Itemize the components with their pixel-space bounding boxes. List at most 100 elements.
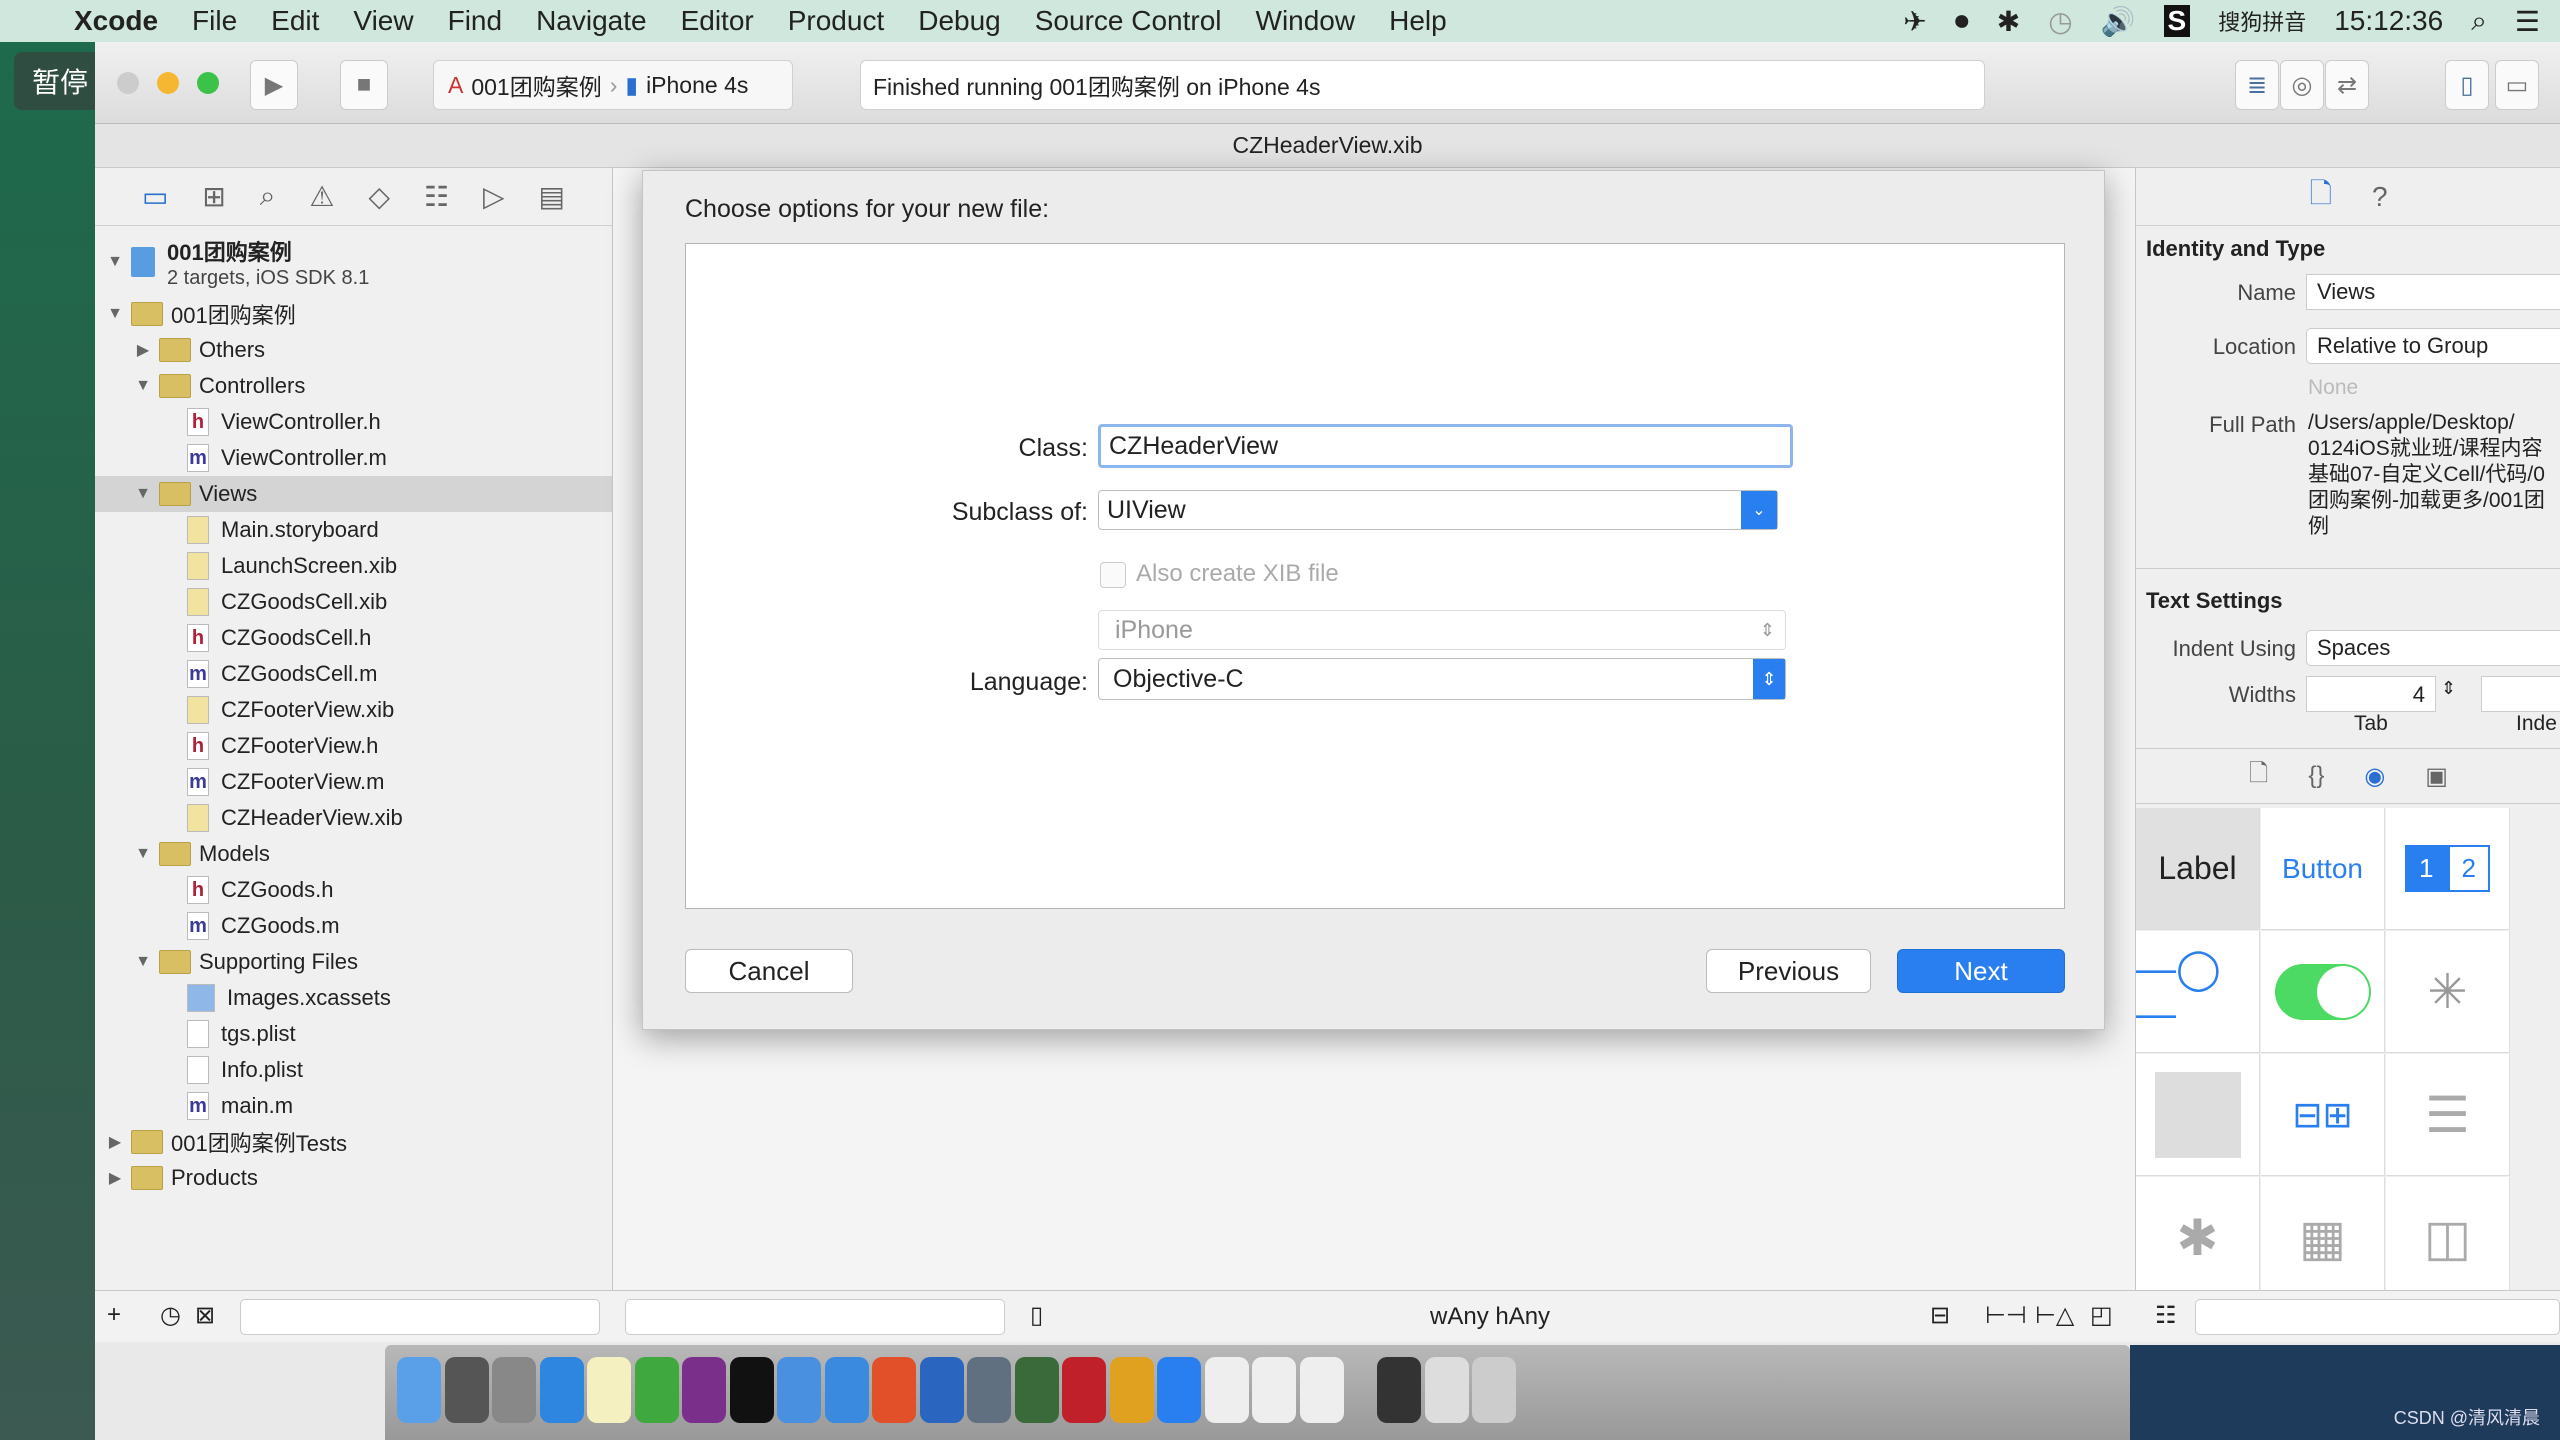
scm-filter-icon[interactable]: ⊠ <box>195 1301 215 1330</box>
pencil-dock-icon[interactable] <box>1109 1357 1154 1423</box>
sogou-icon[interactable]: S <box>2163 5 2191 37</box>
close-button[interactable] <box>117 72 139 94</box>
zoom-button[interactable] <box>197 72 219 94</box>
file-inspector-icon[interactable]: 🗋 <box>2309 173 2332 221</box>
tree-item[interactable]: h ViewController.h <box>95 404 612 440</box>
tree-item[interactable]: CZGoodsCell.xib <box>95 584 612 620</box>
safari-dock-icon[interactable] <box>539 1357 584 1423</box>
library-page-control-item[interactable] <box>2136 1054 2260 1176</box>
spotlight-icon[interactable]: ⌕ <box>2471 5 2487 38</box>
pin-icon[interactable]: ⊢⊣ <box>1985 1301 2027 1330</box>
debug-icon[interactable]: ☷ <box>424 180 449 213</box>
library-switch-item[interactable] <box>2261 931 2385 1053</box>
tree-item[interactable]: ▶ Products <box>95 1160 612 1196</box>
test-icon[interactable]: ◇ <box>368 180 390 213</box>
tree-item[interactable]: CZHeaderView.xib <box>95 800 612 836</box>
stop-button[interactable]: ■ <box>340 60 388 110</box>
grid-view-icon[interactable]: ☷ <box>2155 1301 2177 1330</box>
menu-product[interactable]: Product <box>788 5 885 37</box>
next-button[interactable]: Next <box>1897 949 2065 993</box>
excel-dock-icon[interactable] <box>634 1357 679 1423</box>
code-snippet-icon[interactable]: {} <box>2308 762 2324 790</box>
library-slider-item[interactable]: —◯— <box>2136 931 2260 1053</box>
tree-item[interactable]: m CZFooterView.m <box>95 764 612 800</box>
library-image-item[interactable]: ✱ <box>2136 1177 2260 1299</box>
tree-item[interactable]: ▼ 001团购案例 <box>95 296 612 332</box>
menu-navigate[interactable]: Navigate <box>536 5 647 37</box>
resizing-icon[interactable]: ◰ <box>2090 1301 2113 1330</box>
disclosure-open-icon[interactable]: ▼ <box>133 953 153 971</box>
finder-dock-icon[interactable] <box>397 1357 441 1423</box>
disclosure-open-icon[interactable]: ▼ <box>133 485 153 503</box>
menu-xcode[interactable]: Xcode <box>74 5 158 37</box>
minimize-button[interactable] <box>157 72 179 94</box>
scheme-name[interactable]: 001团购案例 <box>471 68 601 102</box>
disclosure-closed-icon[interactable]: ▶ <box>133 340 153 360</box>
xcode-dock-icon[interactable] <box>777 1357 821 1423</box>
tree-item[interactable]: ▼ Models <box>95 836 612 872</box>
keynote-dock-icon[interactable] <box>824 1357 869 1423</box>
terminal-dock-icon[interactable] <box>729 1357 774 1423</box>
stepper-icon[interactable]: ⇕ <box>2441 678 2456 699</box>
preview-dock-icon[interactable] <box>1299 1357 1344 1423</box>
textedit-2-dock-icon[interactable] <box>1252 1357 1296 1423</box>
chevron-down-icon[interactable]: ⌄ <box>1741 491 1777 529</box>
tree-item[interactable]: h CZGoodsCell.h <box>95 620 612 656</box>
report-icon[interactable]: ▤ <box>538 180 564 213</box>
outline-filter-input[interactable] <box>625 1299 1005 1335</box>
standard-editor-icon[interactable]: ≣ <box>2235 60 2279 110</box>
notes-dock-icon[interactable] <box>587 1357 631 1423</box>
menu-edit[interactable]: Edit <box>271 5 319 37</box>
disclosure-open-icon[interactable]: ▼ <box>133 377 153 395</box>
tree-item[interactable]: LaunchScreen.xib <box>95 548 612 584</box>
screen-record-icon[interactable]: ⏺ <box>1955 5 1969 38</box>
help-icon[interactable]: ? <box>2372 181 2388 213</box>
xib-checkbox[interactable] <box>1100 562 1126 588</box>
assistant-editor-icon[interactable]: ◎ <box>2280 60 2324 110</box>
library-collection-item[interactable]: ▦ <box>2261 1177 2385 1299</box>
align-icon[interactable]: ⊟ <box>1930 1301 1950 1330</box>
location-popup[interactable]: Relative to Group <box>2306 328 2560 364</box>
library-stepper-item[interactable]: ⊟⊞ <box>2261 1054 2385 1176</box>
scheme-selector[interactable]: A 001团购案例 › ▮ iPhone 4s <box>433 60 793 110</box>
disclosure-open-icon[interactable]: ▼ <box>133 845 153 863</box>
device-popup[interactable]: iPhone ⇕ <box>1098 610 1786 650</box>
library-table-item[interactable]: ☰ <box>2386 1054 2510 1176</box>
menu-help[interactable]: Help <box>1389 5 1447 37</box>
tree-item[interactable]: h CZFooterView.h <box>95 728 612 764</box>
size-class-control[interactable]: wAny hAny <box>1430 1303 1550 1331</box>
add-icon[interactable]: + <box>107 1301 121 1329</box>
updown-icon[interactable]: ⇕ <box>1753 659 1785 699</box>
library-filter-input[interactable] <box>2195 1299 2560 1335</box>
file-template-icon[interactable]: 🗋 <box>2249 756 2268 797</box>
project-row[interactable]: ▼ 001团购案例 2 targets, iOS SDK 8.1 <box>95 234 612 290</box>
warning-icon[interactable]: ⚠ <box>309 180 334 213</box>
tree-item[interactable]: Info.plist <box>95 1052 612 1088</box>
input-method[interactable]: 搜狗拼音 <box>2218 5 2306 37</box>
pause-badge[interactable]: 暂停 <box>14 52 106 110</box>
indent-popup[interactable]: Spaces <box>2306 630 2560 666</box>
library-segmented-item[interactable]: 1 2 <box>2386 808 2510 930</box>
display-dock-icon[interactable] <box>1377 1357 1421 1423</box>
menu-source-control[interactable]: Source Control <box>1035 5 1222 37</box>
library-label-item[interactable]: Label <box>2136 808 2260 930</box>
volume-icon[interactable]: 🔊 <box>2101 5 2136 38</box>
tree-item[interactable]: m CZGoodsCell.m <box>95 656 612 692</box>
textedit-dock-icon[interactable] <box>1204 1357 1249 1423</box>
tree-item[interactable]: ▼ Views <box>95 476 612 512</box>
tree-item[interactable]: m ViewController.m <box>95 440 612 476</box>
menu-file[interactable]: File <box>192 5 237 37</box>
object-library-icon[interactable]: ◉ <box>2364 762 2385 791</box>
tab-width-input[interactable]: 4 <box>2306 676 2436 712</box>
language-popup[interactable]: Objective-C ⇕ <box>1098 658 1786 700</box>
recent-icon[interactable]: ◷ <box>160 1301 181 1330</box>
symbol-icon[interactable]: ⊞ <box>202 180 225 213</box>
tree-item[interactable]: h CZGoods.h <box>95 872 612 908</box>
menu-view[interactable]: View <box>353 5 413 37</box>
indent-width-input[interactable] <box>2481 676 2560 712</box>
debug-area-toggle-icon[interactable]: ▭ <box>2495 60 2539 110</box>
search-icon[interactable]: ⌕ <box>260 180 276 213</box>
version-editor-icon[interactable]: ⇄ <box>2325 60 2369 110</box>
launchpad-dock-icon[interactable] <box>492 1357 536 1423</box>
notification-center-icon[interactable]: ☰ <box>2515 5 2540 38</box>
